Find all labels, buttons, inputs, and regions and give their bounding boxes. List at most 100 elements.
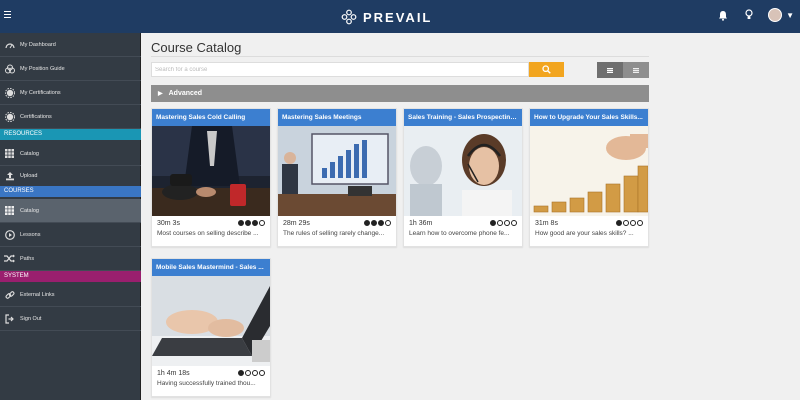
sidebar: My Dashboard My Position Guide My Certif… xyxy=(0,33,141,400)
search-input[interactable] xyxy=(151,62,529,77)
grid-icon xyxy=(633,67,639,73)
page-title: Course Catalog xyxy=(151,40,242,55)
logo-mark-icon xyxy=(341,9,357,25)
lightbulb-icon[interactable] xyxy=(742,8,756,22)
advanced-label: Advanced xyxy=(168,90,203,97)
grid-view-button[interactable] xyxy=(623,62,649,78)
course-thumbnail[interactable] xyxy=(530,126,648,216)
course-meta: 1h 4m 18s xyxy=(152,366,270,380)
course-title[interactable]: Mobile Sales Mastermind - Sales ... xyxy=(152,259,270,276)
sidebar-item-label: Paths xyxy=(20,255,35,262)
sidebar-item-courses-catalog[interactable]: Catalog xyxy=(0,199,141,223)
sidebar-item-my-certifications[interactable]: My Certifications xyxy=(0,81,141,105)
rating-dot xyxy=(259,220,265,226)
rating-dot xyxy=(252,370,258,376)
play-circle-icon xyxy=(4,229,15,240)
rating-dot xyxy=(245,220,251,226)
circles-icon xyxy=(4,63,15,74)
rating-dot xyxy=(371,220,377,226)
course-description: The rules of selling rarely change... xyxy=(283,230,385,237)
sign-out-icon xyxy=(4,313,15,324)
sidebar-item-label: My Position Guide xyxy=(20,65,65,72)
list-icon xyxy=(607,67,613,73)
course-duration: 30m 3s xyxy=(157,219,180,227)
rating-dot xyxy=(623,220,629,226)
sidebar-item-my-position-guide[interactable]: My Position Guide xyxy=(0,57,141,81)
sidebar-item-my-dashboard[interactable]: My Dashboard xyxy=(0,33,141,57)
sidebar-item-sign-out[interactable]: Sign Out xyxy=(0,307,141,331)
course-duration: 1h 36m xyxy=(409,219,433,227)
sidebar-item-certifications[interactable]: Certifications xyxy=(0,105,141,129)
grid-icon xyxy=(4,148,15,159)
section-system: SYSTEM xyxy=(0,271,141,282)
sidebar-item-resources-catalog[interactable]: Catalog xyxy=(0,142,141,166)
divider xyxy=(151,56,649,57)
course-duration: 28m 29s xyxy=(283,219,310,227)
course-meta: 28m 29s xyxy=(278,216,396,230)
rating-dot xyxy=(238,370,244,376)
bell-icon[interactable] xyxy=(716,8,730,22)
search-icon xyxy=(542,65,551,74)
avatar[interactable] xyxy=(768,8,783,22)
shuffle-icon xyxy=(4,253,15,264)
rating-dot xyxy=(490,220,496,226)
rating-dot xyxy=(252,220,258,226)
rating-dot xyxy=(364,220,370,226)
sidebar-item-lessons[interactable]: Lessons xyxy=(0,223,141,247)
course-description: Learn how to overcome phone fe... xyxy=(409,230,510,237)
course-card[interactable]: Mastering Sales Meetings 28m 29s The rul… xyxy=(277,108,397,247)
course-thumbnail[interactable] xyxy=(404,126,522,216)
advanced-filter-toggle[interactable]: ▶ Advanced xyxy=(151,85,649,102)
sidebar-item-label: My Certifications xyxy=(20,89,61,96)
course-thumbnail[interactable] xyxy=(152,276,270,366)
rating-dot xyxy=(637,220,643,226)
top-icons: ▼ xyxy=(716,8,794,22)
difficulty-rating xyxy=(490,220,517,226)
course-duration: 1h 4m 18s xyxy=(157,369,190,377)
course-title[interactable]: Sales Training - Sales Prospecting... xyxy=(404,109,522,126)
rating-dot xyxy=(378,220,384,226)
course-title[interactable]: Mastering Sales Cold Calling xyxy=(152,109,270,126)
course-description: Most courses on selling describe ... xyxy=(157,230,259,237)
course-card[interactable]: How to Upgrade Your Sales Skills... 31m … xyxy=(529,108,649,247)
difficulty-rating xyxy=(238,220,265,226)
gear-badge-icon xyxy=(4,87,15,98)
rating-dot xyxy=(259,370,265,376)
course-card[interactable]: Mastering Sales Cold Calling 30m 3s Most… xyxy=(151,108,271,247)
sidebar-item-label: My Dashboard xyxy=(20,41,56,48)
course-description: How good are your sales skills? ... xyxy=(535,230,634,237)
sidebar-item-label: Catalog xyxy=(20,150,39,157)
course-card[interactable]: Mobile Sales Mastermind - Sales ... 1h 4… xyxy=(151,258,271,397)
course-meta: 30m 3s xyxy=(152,216,270,230)
list-view-button[interactable] xyxy=(597,62,623,78)
grid-icon xyxy=(4,205,15,216)
search-button[interactable] xyxy=(529,62,564,77)
sidebar-item-label: Sign Out xyxy=(20,315,42,322)
course-card[interactable]: Sales Training - Sales Prospecting... 1h… xyxy=(403,108,523,247)
rating-dot xyxy=(511,220,517,226)
sidebar-item-upload[interactable]: Upload xyxy=(0,164,141,188)
top-bar: PREVAIL ▼ xyxy=(0,0,800,33)
sidebar-item-label: Catalog xyxy=(20,207,39,214)
sidebar-item-paths[interactable]: Paths xyxy=(0,247,141,271)
course-title[interactable]: Mastering Sales Meetings xyxy=(278,109,396,126)
course-duration: 31m 8s xyxy=(535,219,558,227)
rating-dot xyxy=(385,220,391,226)
rating-dot xyxy=(630,220,636,226)
course-thumbnail[interactable] xyxy=(152,126,270,216)
logo-text: PREVAIL xyxy=(363,9,433,25)
view-toggle xyxy=(597,62,649,78)
speedometer-icon xyxy=(4,39,15,50)
difficulty-rating xyxy=(616,220,643,226)
section-courses: COURSES xyxy=(0,186,141,197)
sidebar-item-label: Certifications xyxy=(20,113,52,120)
chevron-down-icon[interactable]: ▼ xyxy=(786,11,794,20)
sidebar-item-external-links[interactable]: External Links xyxy=(0,283,141,307)
course-meta: 1h 36m xyxy=(404,216,522,230)
chevron-right-icon: ▶ xyxy=(158,91,163,97)
course-title[interactable]: How to Upgrade Your Sales Skills... xyxy=(530,109,648,126)
hamburger-menu-icon[interactable] xyxy=(4,9,16,23)
sidebar-item-label: External Links xyxy=(20,291,55,298)
course-thumbnail[interactable] xyxy=(278,126,396,216)
sidebar-item-label: Upload xyxy=(20,172,38,179)
